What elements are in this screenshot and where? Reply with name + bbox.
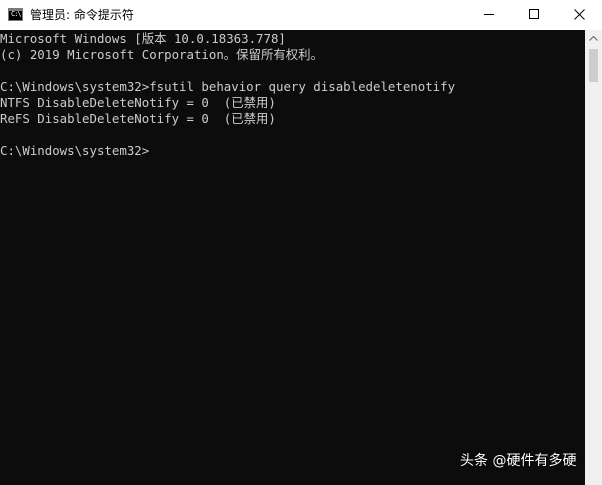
vertical-scrollbar[interactable] (585, 30, 602, 485)
console-line-copyright: (c) 2019 Microsoft Corporation。保留所有权利。 (0, 47, 323, 62)
scroll-up-button[interactable] (585, 30, 602, 47)
console-line-blank (0, 127, 585, 143)
window-title: 管理员: 命令提示符 (30, 8, 134, 22)
maximize-icon (529, 9, 539, 19)
scroll-up-arrow-icon (589, 36, 598, 41)
close-button[interactable] (556, 0, 602, 30)
console-line-blank (0, 63, 585, 79)
console-line-refs-result: ReFS DisableDeleteNotify = 0 (已禁用) (0, 111, 276, 126)
minimize-button[interactable] (466, 0, 512, 30)
maximize-button[interactable] (511, 0, 557, 30)
watermark: 头条 @硬件有多硬 (460, 453, 577, 469)
console-output[interactable]: Microsoft Windows [版本 10.0.18363.778] (c… (0, 30, 585, 485)
console-line-ntfs-result: NTFS DisableDeleteNotify = 0 (已禁用) (0, 95, 276, 110)
command-prompt-window: C:\ 管理员: 命令提示符 Microsoft Windows [版本 10.… (0, 0, 602, 485)
scroll-thumb[interactable] (589, 49, 598, 82)
minimize-icon (484, 14, 494, 15)
cmd-icon-glyph: C:\ (11, 10, 22, 18)
title-bar[interactable]: C:\ 管理员: 命令提示符 (0, 0, 602, 30)
close-icon (574, 9, 585, 20)
cmd-icon: C:\ (8, 8, 23, 21)
console-prompt[interactable]: C:\Windows\system32> (0, 143, 585, 159)
console-line-command: C:\Windows\system32>fsutil behavior quer… (0, 79, 456, 94)
console-line-version: Microsoft Windows [版本 10.0.18363.778] (0, 31, 286, 46)
